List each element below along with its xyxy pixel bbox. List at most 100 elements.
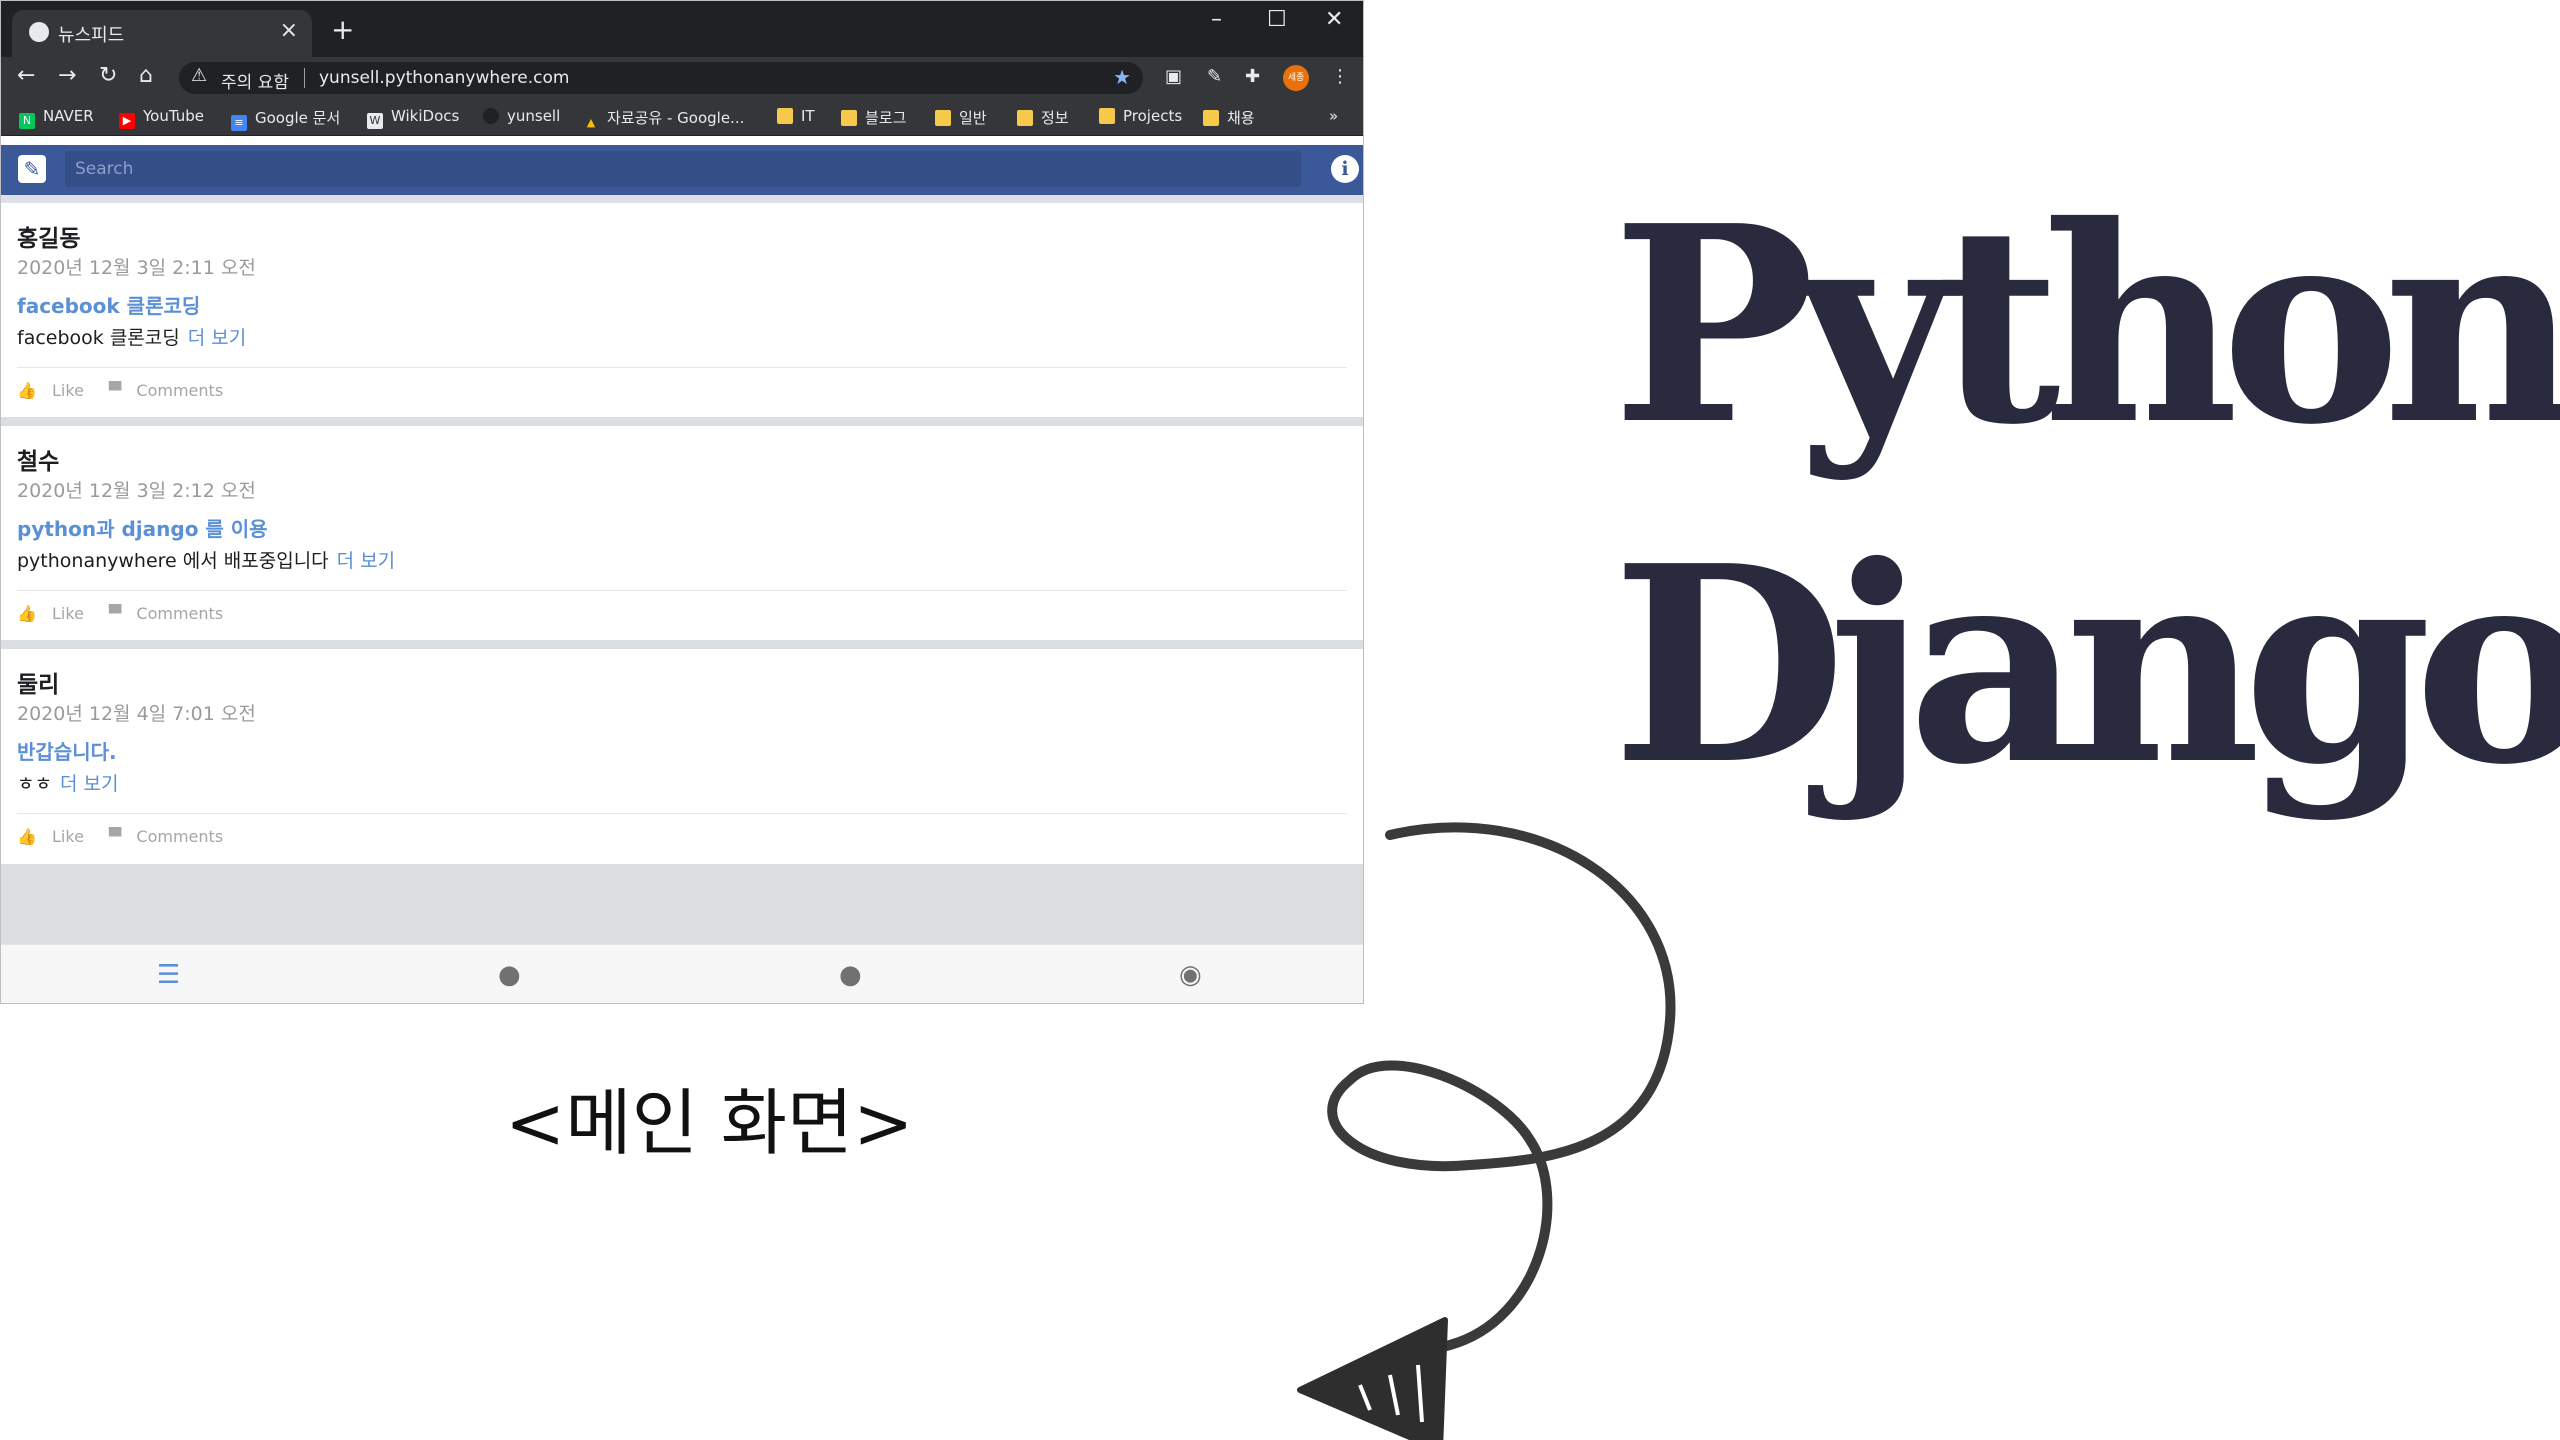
close-window-button[interactable]: ✕ [1325,7,1343,32]
bookmark-folder-hiring[interactable]: 채용 [1203,107,1255,127]
post-card: 철수 2020년 12월 3일 2:12 오전 python과 django 를… [1,426,1363,640]
post-author[interactable]: 홍길동 [17,219,80,253]
profile-avatar[interactable]: 세종 [1283,65,1309,91]
post-title[interactable]: facebook 클론코딩 [17,290,200,319]
comments-button[interactable]: ▀ Comments [109,381,233,400]
like-button[interactable]: 👍 Like [17,827,94,846]
terminal-extension-icon[interactable]: ▣ [1165,66,1182,87]
post-actions: 👍 Like ▀ Comments [17,604,243,623]
globe-icon[interactable]: ◉ [1179,960,1202,990]
tab-newsfeed[interactable]: 뉴스피드 × [12,10,312,57]
post-card: 둘리 2020년 12월 4일 7:01 오전 반갑습니다. ㅎㅎ 더 보기 👍 … [1,649,1363,863]
post-time: 2020년 12월 3일 2:12 오전 [17,480,256,502]
feed-empty-area [1,864,1363,944]
bookmark-wikidocs[interactable]: W WikiDocs [367,107,459,129]
comment-icon: ▀ [109,604,122,623]
post-body: pythonanywhere 에서 배포중입니다 더 보기 [17,546,395,573]
bookmark-google-docs[interactable]: ≡ Google 문서 [231,107,340,131]
minimize-button[interactable]: – [1211,7,1222,32]
info-icon[interactable]: i [1331,155,1359,183]
django-logo-text: Django [1612,506,2560,824]
folder-icon [777,108,793,124]
bookmark-folder-projects[interactable]: Projects [1099,107,1182,127]
post-time: 2020년 12월 4일 7:01 오전 [17,703,256,725]
maximize-button[interactable]: ☐ [1267,7,1287,32]
header-shadow [1,195,1363,203]
menu-kebab-icon[interactable]: ⋮ [1331,66,1349,87]
bookmark-youtube[interactable]: ▶ YouTube [119,107,204,129]
security-label[interactable]: 주의 요함 [221,68,289,93]
profile-icon[interactable]: ● [498,960,521,990]
naver-icon: N [19,113,35,129]
newsfeed-icon[interactable]: ☰ [157,960,180,990]
warning-icon[interactable]: ⚠ [191,65,207,86]
bookmark-google-drive[interactable]: ▲ 자료공유 - Google... [583,107,745,129]
google-drive-icon: ▲ [586,116,596,129]
bookmark-folder-info[interactable]: 정보 [1017,107,1069,127]
like-label: Like [52,827,84,846]
slide-caption: <메인 화면> [505,1081,914,1165]
bookmarks-overflow-button[interactable]: » [1329,107,1338,127]
post-divider [17,590,1347,591]
post-body-text: ㅎㅎ [17,773,52,795]
comments-button[interactable]: ▀ Comments [109,827,233,846]
post-body-text: facebook 클론코딩 [17,327,180,349]
post-actions: 👍 Like ▀ Comments [17,827,243,846]
tab-strip: 뉴스피드 × + – ☐ ✕ [1,1,1363,57]
post-gap [1,640,1363,649]
python-logo-text: Python [1612,166,2560,484]
bookmark-folder-general[interactable]: 일반 [935,107,987,127]
bookmark-folder-it[interactable]: IT [777,107,815,127]
thumbs-up-icon: 👍 [17,604,37,623]
post-title[interactable]: 반갑습니다. [17,736,117,765]
forward-icon[interactable]: → [58,63,76,88]
bookmark-naver[interactable]: N NAVER [19,107,94,129]
tab-close-icon[interactable]: × [280,18,298,43]
like-button[interactable]: 👍 Like [17,381,94,400]
browser-screenshot: 뉴스피드 × + – ☐ ✕ ← → ↻ ⌂ ⚠ 주의 요함 yunsell.p… [0,0,1364,1004]
new-tab-button[interactable]: + [331,13,354,46]
comment-icon: ▀ [109,827,122,846]
globe-favicon-icon [29,22,49,42]
friends-icon[interactable]: ● [839,960,862,990]
like-label: Like [52,381,84,400]
post-author[interactable]: 철수 [17,442,59,476]
home-icon[interactable]: ⌂ [139,63,153,88]
address-divider [304,68,305,88]
folder-icon [1099,108,1115,124]
post-time: 2020년 12월 3일 2:11 오전 [17,257,256,279]
url-text[interactable]: yunsell.pythonanywhere.com [319,68,569,88]
search-input[interactable]: Search [65,151,1301,187]
post-card: 홍길동 2020년 12월 3일 2:11 오전 facebook 클론코딩 f… [1,203,1363,417]
comment-icon: ▀ [109,381,122,400]
address-bar[interactable]: ⚠ 주의 요함 yunsell.pythonanywhere.com ★ [179,62,1143,94]
like-button[interactable]: 👍 Like [17,604,94,623]
github-icon [483,108,499,124]
post-body: facebook 클론코딩 더 보기 [17,323,246,350]
bottom-nav: ☰ ● ● ◉ [1,944,1363,1003]
bookmark-star-icon[interactable]: ★ [1113,65,1131,89]
browser-toolbar: ← → ↻ ⌂ ⚠ 주의 요함 yunsell.pythonanywhere.c… [1,57,1363,99]
post-body: ㅎㅎ 더 보기 [17,769,118,796]
youtube-icon: ▶ [119,113,135,129]
comments-label: Comments [136,381,224,400]
post-gap [1,417,1363,426]
post-title[interactable]: python과 django 를 이용 [17,513,268,542]
folder-icon [935,110,951,126]
compose-icon[interactable]: ✎ [18,155,46,183]
tab-title: 뉴스피드 [58,25,125,46]
post-divider [17,813,1347,814]
read-more-link[interactable]: 더 보기 [337,550,395,572]
bookmark-folder-blog[interactable]: 블로그 [841,107,906,127]
hand-drawn-arrow-icon [1297,822,1676,1440]
comments-button[interactable]: ▀ Comments [109,604,233,623]
puzzle-extensions-icon[interactable]: ✚ [1245,66,1260,87]
reload-icon[interactable]: ↻ [99,63,117,88]
read-more-link[interactable]: 더 보기 [188,327,246,349]
post-divider [17,367,1347,368]
post-author[interactable]: 둘리 [17,665,59,699]
read-more-link[interactable]: 더 보기 [60,773,118,795]
pen-extension-icon[interactable]: ✎ [1207,66,1222,87]
back-icon[interactable]: ← [17,63,35,88]
bookmark-yunsell[interactable]: yunsell [483,107,560,127]
